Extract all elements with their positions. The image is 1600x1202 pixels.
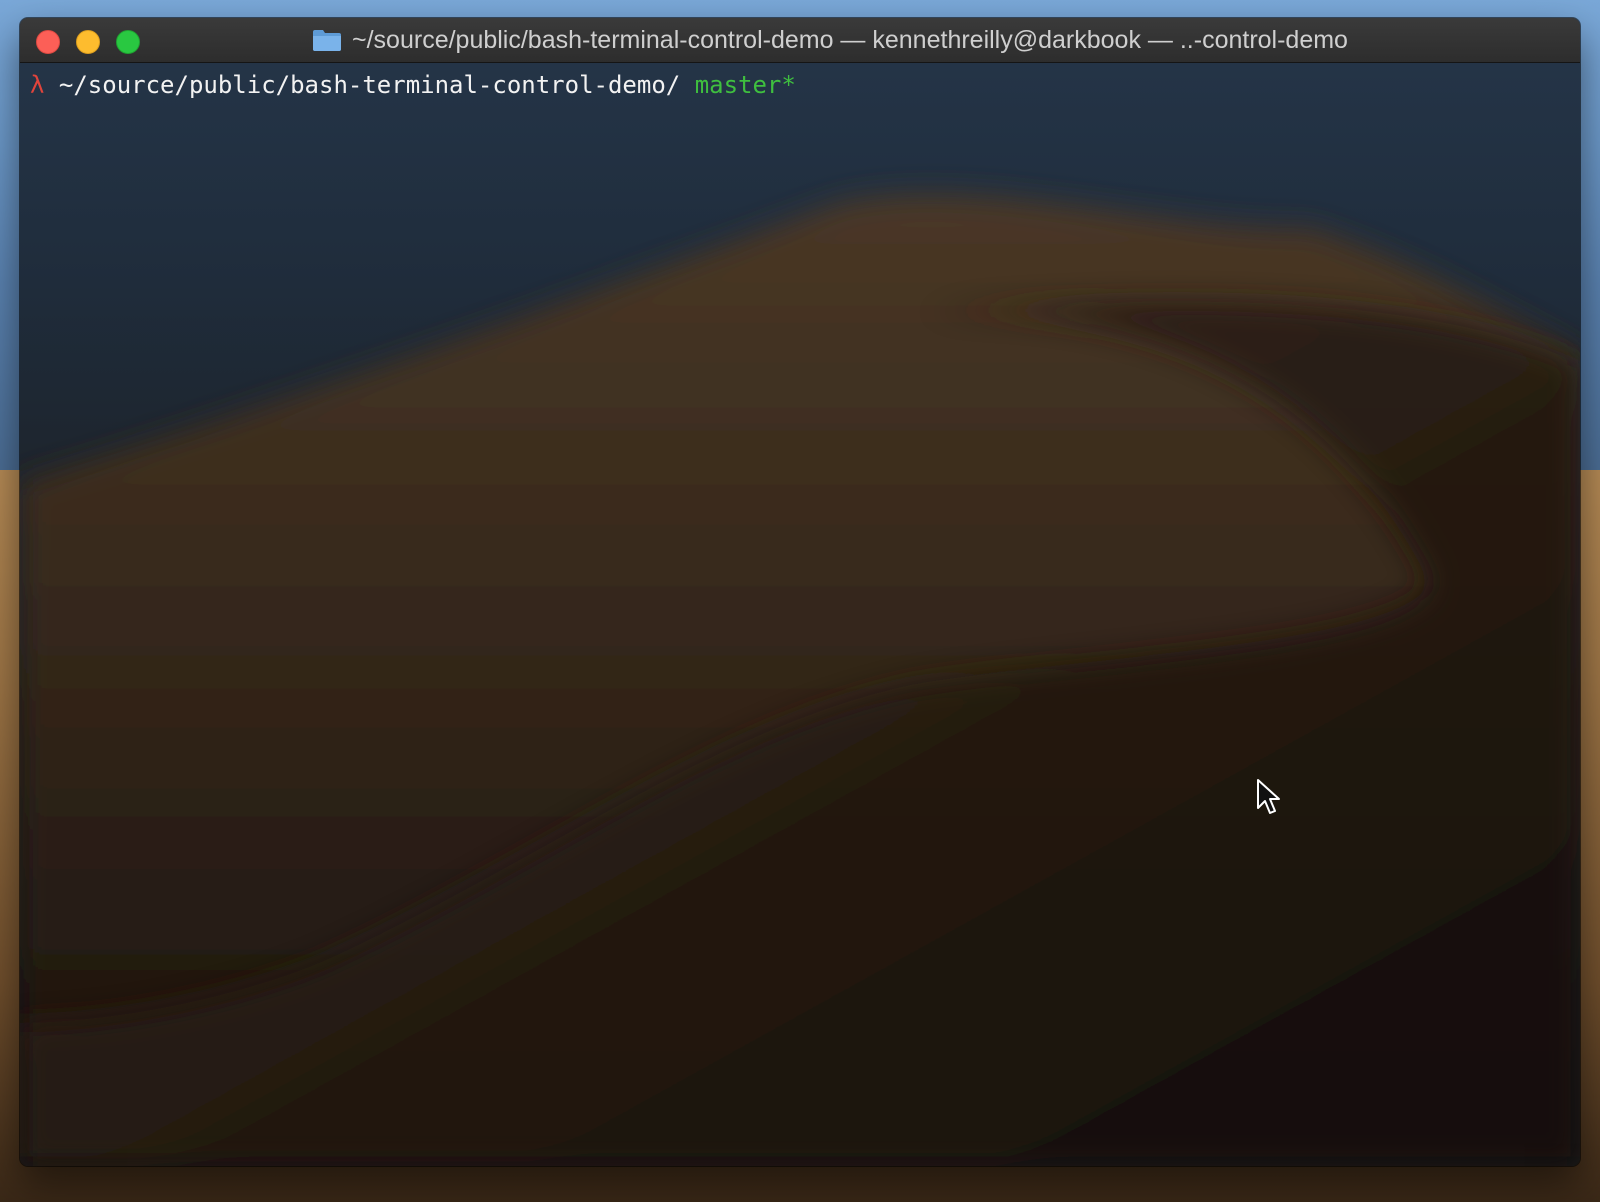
folder-icon [312,28,342,52]
git-branch: master* [694,71,796,99]
prompt-symbol: λ [30,71,45,99]
current-directory: ~/source/public/bash-terminal-control-de… [58,71,681,99]
window-title: ~/source/public/bash-terminal-control-de… [352,25,1348,54]
terminal-content[interactable]: λ ~/source/public/bash-terminal-control-… [20,63,1580,1166]
window-title-group: ~/source/public/bash-terminal-control-de… [20,18,1580,62]
title-bar[interactable]: ~/source/public/bash-terminal-control-de… [20,18,1580,63]
shell-prompt-line: λ ~/source/public/bash-terminal-control-… [30,71,796,99]
terminal-window: ~/source/public/bash-terminal-control-de… [20,18,1580,1166]
background-dune-image [20,194,1580,1166]
mouse-pointer-icon [1256,778,1282,821]
